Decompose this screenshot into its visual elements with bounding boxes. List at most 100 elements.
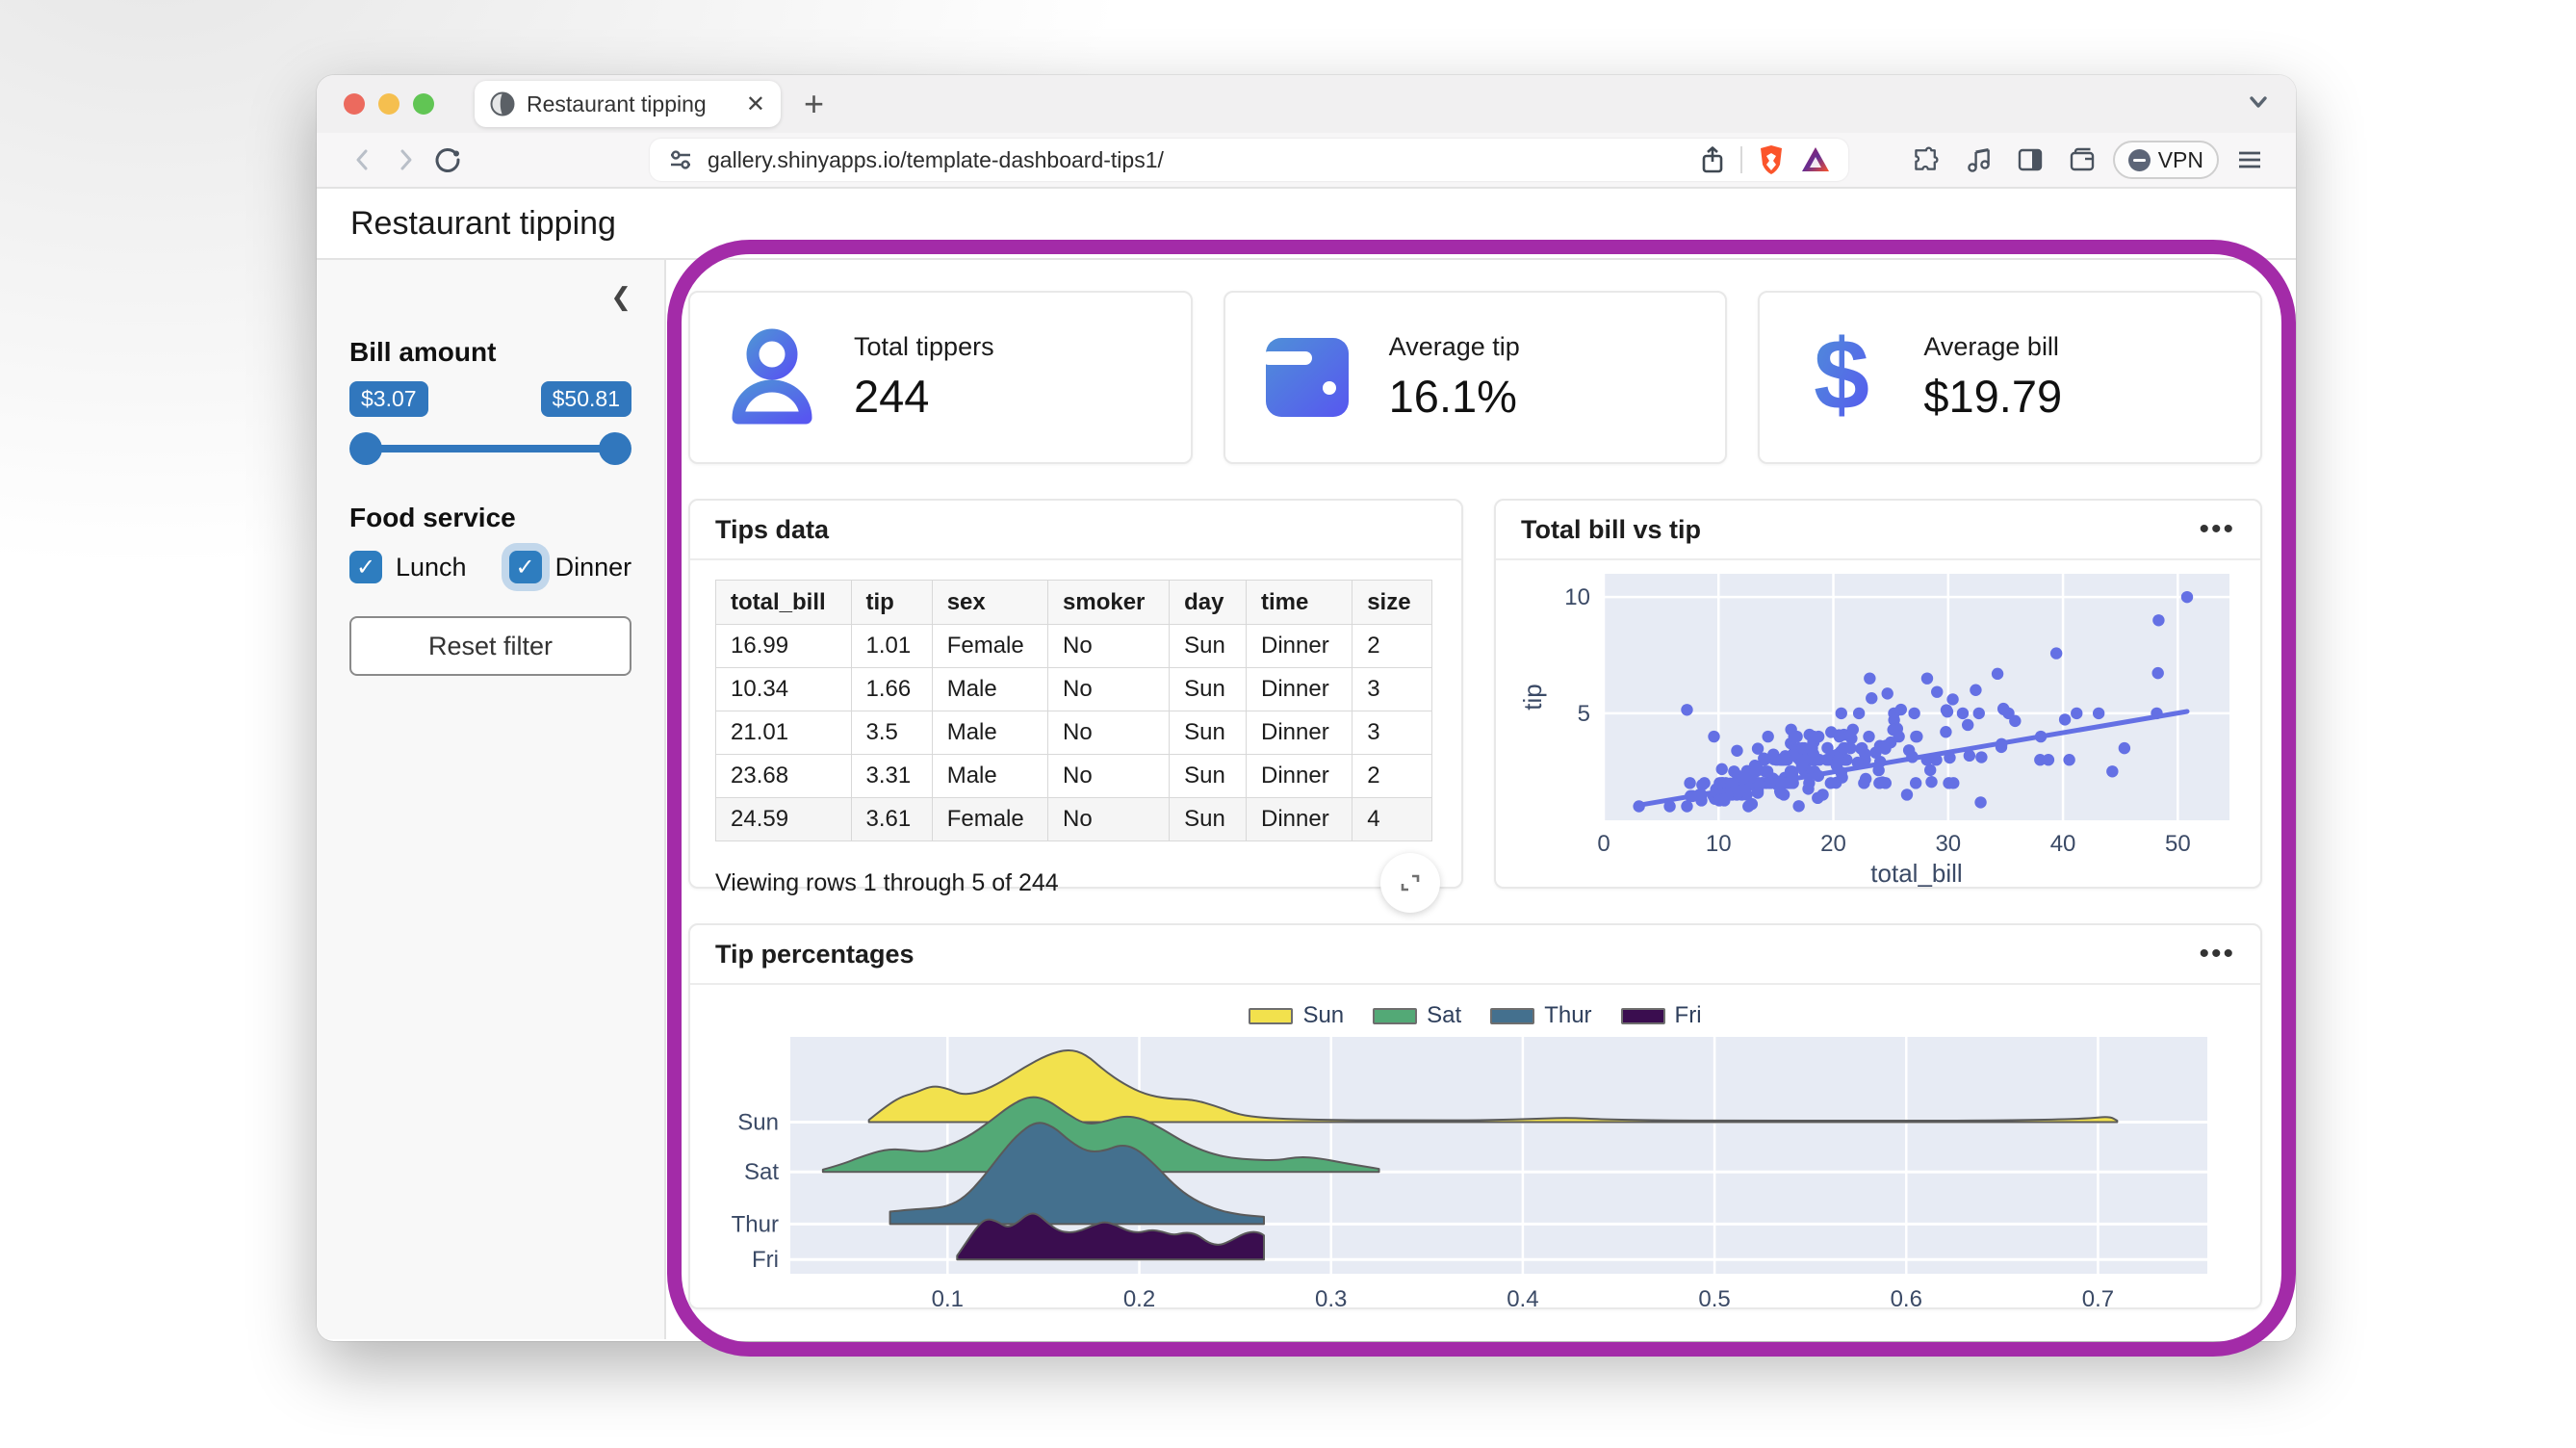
column-header[interactable]: time bbox=[1246, 581, 1352, 625]
browser-tab[interactable]: Restaurant tipping ✕ bbox=[475, 81, 781, 127]
table-row[interactable]: 23.683.31MaleNoSunDinner2 bbox=[716, 755, 1432, 798]
ridge-legend: Sun Sat Thur Fri bbox=[690, 1002, 2260, 1029]
globe-favicon-icon bbox=[490, 91, 515, 116]
vpn-label: VPN bbox=[2158, 147, 2203, 173]
table-cell: Male bbox=[932, 668, 1047, 711]
table-status-text: Viewing rows 1 through 5 of 244 bbox=[715, 869, 1059, 897]
vpn-button[interactable]: VPN bbox=[2113, 141, 2219, 179]
dollar-icon: $ bbox=[1808, 324, 1875, 430]
slider-handle-min[interactable] bbox=[349, 432, 382, 465]
tab-search-button[interactable] bbox=[2244, 88, 2273, 121]
wallet-button[interactable] bbox=[2061, 139, 2103, 181]
tab-title: Restaurant tipping bbox=[527, 91, 734, 117]
table-cell: Sun bbox=[1170, 798, 1247, 841]
sidebar-toggle-button[interactable] bbox=[2009, 139, 2051, 181]
media-button[interactable] bbox=[1957, 139, 1999, 181]
brave-shields-icon[interactable] bbox=[1756, 143, 1787, 176]
y-tick-label: 5 bbox=[1578, 701, 1590, 727]
category-label: Sat bbox=[744, 1159, 779, 1185]
x-tick-label: 10 bbox=[1706, 831, 1732, 857]
tips-table: total_billtipsexsmokerdaytimesize 16.991… bbox=[715, 580, 1432, 841]
vpn-status-icon bbox=[2128, 149, 2151, 171]
site-settings-icon[interactable] bbox=[667, 146, 694, 173]
reload-button[interactable] bbox=[426, 139, 469, 181]
column-header[interactable]: day bbox=[1170, 581, 1247, 625]
slider-max-badge: $50.81 bbox=[541, 381, 631, 417]
scatter-plot[interactable]: 01020304050510tiptotal_bill bbox=[1512, 562, 2244, 890]
checkbox-lunch[interactable]: ✓ Lunch bbox=[349, 551, 467, 583]
table-cell: Male bbox=[932, 755, 1047, 798]
close-tab-icon[interactable]: ✕ bbox=[746, 90, 765, 118]
desktop: Restaurant tipping ✕ + bbox=[0, 0, 2576, 1448]
legend-item[interactable]: Fri bbox=[1621, 1002, 1702, 1029]
x-tick-label: 0.3 bbox=[1315, 1286, 1347, 1312]
column-header[interactable]: tip bbox=[851, 581, 932, 625]
x-tick-label: 0.7 bbox=[2082, 1286, 2114, 1312]
x-tick-label: 0.6 bbox=[1891, 1286, 1922, 1312]
column-header[interactable]: smoker bbox=[1048, 581, 1170, 625]
table-cell: No bbox=[1048, 711, 1170, 755]
card-title: Tips data bbox=[715, 515, 829, 545]
legend-item[interactable]: Sat bbox=[1373, 1002, 1461, 1029]
browser-window: Restaurant tipping ✕ + bbox=[317, 75, 2296, 1341]
column-header[interactable]: total_bill bbox=[716, 581, 852, 625]
puzzle-icon bbox=[1912, 145, 1941, 174]
legend-item[interactable]: Thur bbox=[1490, 1002, 1591, 1029]
table-cell: 3.61 bbox=[851, 798, 932, 841]
table-cell: 2 bbox=[1352, 755, 1432, 798]
x-tick-label: 0.5 bbox=[1698, 1286, 1730, 1312]
table-row[interactable]: 16.991.01FemaleNoSunDinner2 bbox=[716, 625, 1432, 668]
table-cell: 21.01 bbox=[716, 711, 852, 755]
table-row[interactable]: 24.593.61FemaleNoSunDinner4 bbox=[716, 798, 1432, 841]
table-cell: Dinner bbox=[1246, 711, 1352, 755]
table-cell: 1.01 bbox=[851, 625, 932, 668]
slider-track[interactable] bbox=[357, 445, 624, 452]
legend-item[interactable]: Sun bbox=[1249, 1002, 1344, 1029]
url-bar-actions bbox=[1698, 143, 1831, 176]
checkbox-label: Lunch bbox=[396, 553, 467, 582]
reset-filter-button[interactable]: Reset filter bbox=[349, 616, 631, 676]
forward-button[interactable] bbox=[384, 139, 426, 181]
svg-text:$: $ bbox=[1814, 324, 1869, 430]
brave-rewards-bat-icon[interactable] bbox=[1800, 145, 1831, 174]
new-tab-button[interactable]: + bbox=[804, 84, 824, 124]
table-cell: No bbox=[1048, 755, 1170, 798]
slider-handle-max[interactable] bbox=[599, 432, 631, 465]
table-cell: Sun bbox=[1170, 755, 1247, 798]
table-cell: Female bbox=[932, 625, 1047, 668]
sidebar-collapse-button[interactable]: ❮ bbox=[610, 282, 631, 312]
card-menu-button[interactable]: ••• bbox=[2199, 944, 2235, 964]
legend-swatch bbox=[1373, 1008, 1417, 1024]
extensions-button[interactable] bbox=[1905, 139, 1947, 181]
table-cell: Sun bbox=[1170, 625, 1247, 668]
column-header[interactable]: size bbox=[1352, 581, 1432, 625]
column-header[interactable]: sex bbox=[932, 581, 1047, 625]
card-menu-button[interactable]: ••• bbox=[2199, 520, 2235, 539]
close-window-button[interactable] bbox=[344, 93, 365, 115]
table-cell: 3 bbox=[1352, 668, 1432, 711]
bill-amount-slider: $3.07 $50.81 bbox=[349, 381, 631, 481]
menu-button[interactable] bbox=[2228, 139, 2271, 181]
table-row[interactable]: 21.013.5MaleNoSunDinner3 bbox=[716, 711, 1432, 755]
table-row[interactable]: 10.341.66MaleNoSunDinner3 bbox=[716, 668, 1432, 711]
expand-table-button[interactable] bbox=[1380, 853, 1440, 913]
ridge-plot[interactable]: 0.10.20.30.40.50.60.7SunSatThurFri bbox=[713, 1031, 2237, 1312]
zoom-window-button[interactable] bbox=[413, 93, 434, 115]
url-text[interactable]: gallery.shinyapps.io/template-dashboard-… bbox=[708, 147, 1685, 173]
table-cell: No bbox=[1048, 668, 1170, 711]
table-cell: 4 bbox=[1352, 798, 1432, 841]
legend-label: Fri bbox=[1675, 1002, 1702, 1029]
checkbox-dinner[interactable]: ✓ Dinner bbox=[509, 551, 632, 583]
url-bar[interactable]: gallery.shinyapps.io/template-dashboard-… bbox=[650, 139, 1848, 181]
tip-percentages-card: Tip percentages ••• SunSatThurFri 0.10.2… bbox=[688, 923, 2262, 1309]
table-cell: 3 bbox=[1352, 711, 1432, 755]
back-button[interactable] bbox=[342, 139, 384, 181]
x-tick-label: 0.1 bbox=[932, 1286, 964, 1312]
value-box-title: Total tippers bbox=[854, 332, 994, 362]
bill-amount-label: Bill amount bbox=[349, 337, 631, 368]
x-tick-label: 0.4 bbox=[1507, 1286, 1538, 1312]
value-box-total-tippers: Total tippers 244 bbox=[688, 291, 1193, 464]
minimize-window-button[interactable] bbox=[378, 93, 399, 115]
card-title: Tip percentages bbox=[715, 940, 914, 970]
share-icon[interactable] bbox=[1698, 144, 1727, 175]
